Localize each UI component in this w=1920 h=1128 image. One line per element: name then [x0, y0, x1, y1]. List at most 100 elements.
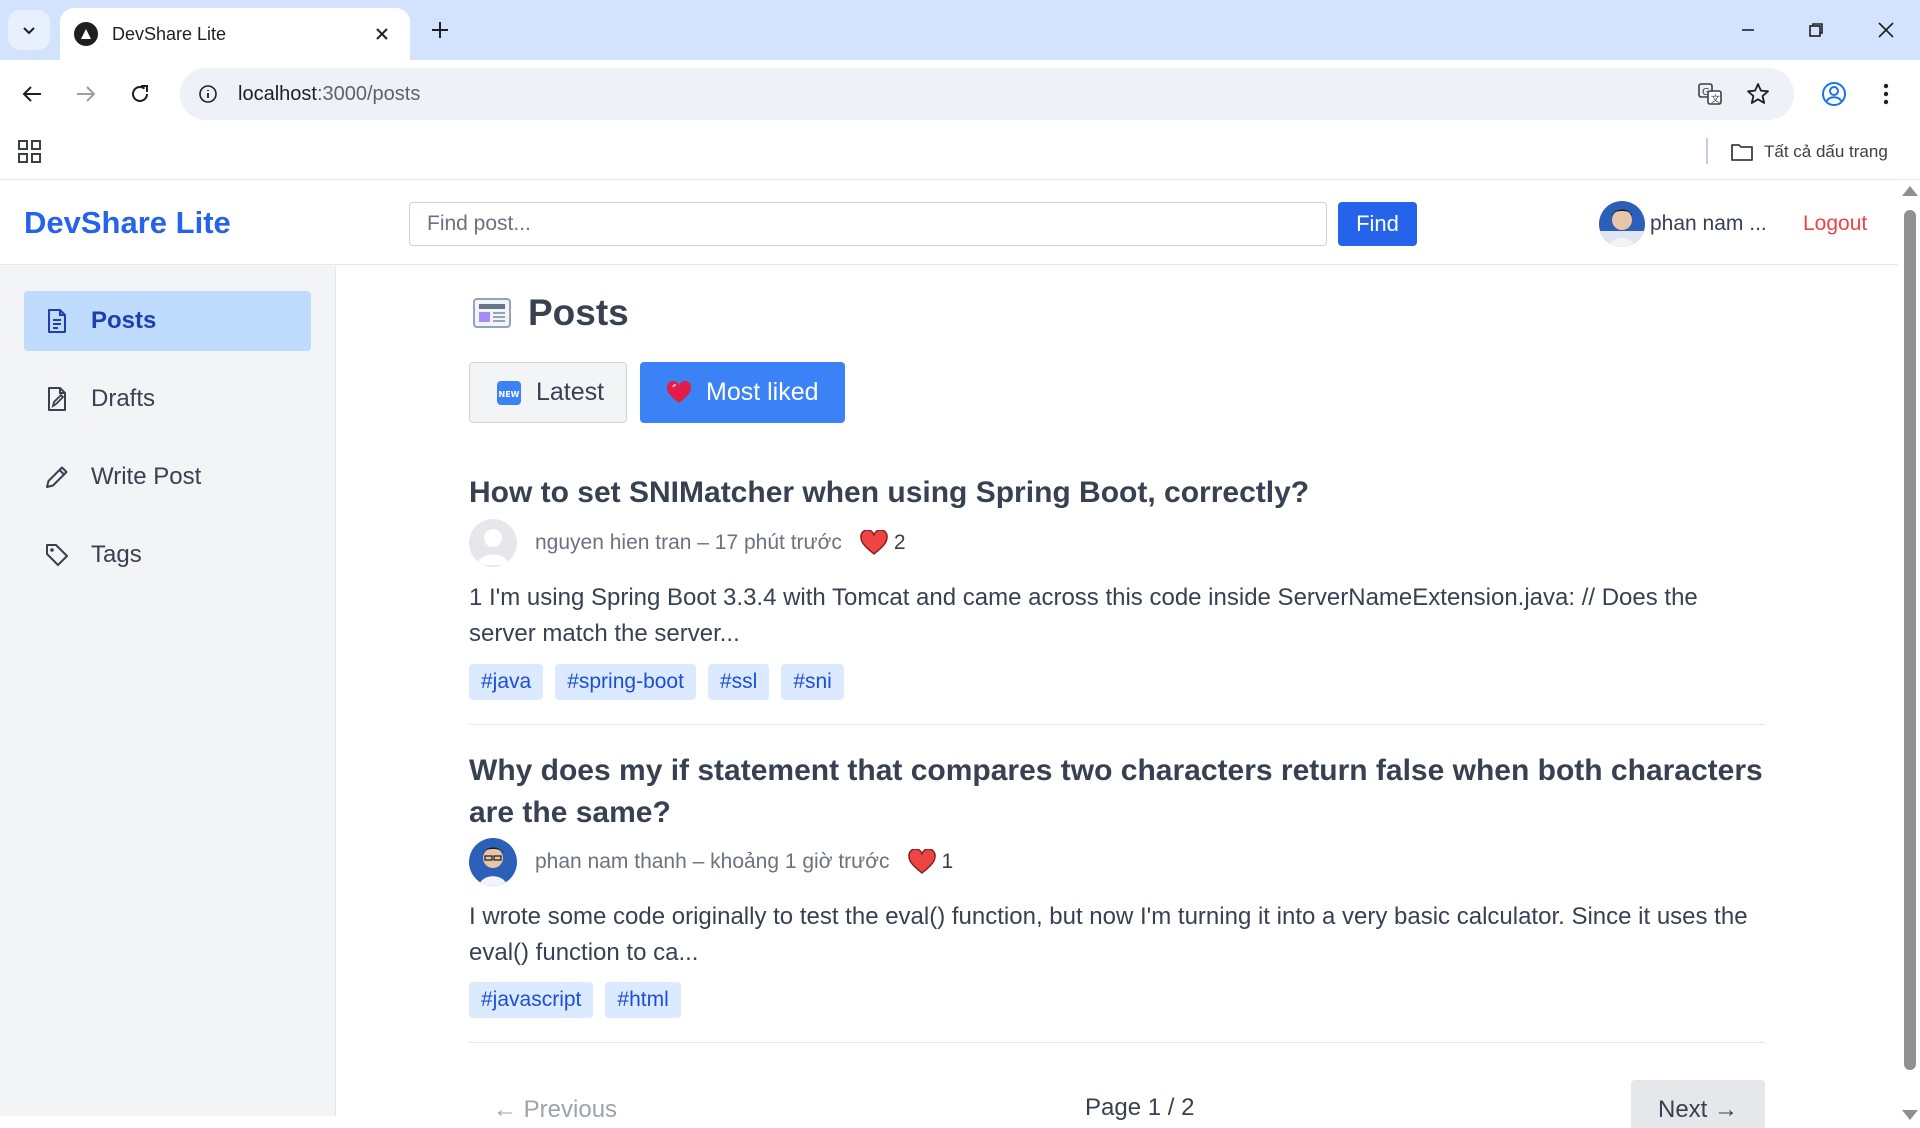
chevron-down-icon [23, 27, 35, 35]
draft-icon [43, 385, 71, 413]
browser-menu-button[interactable] [1866, 74, 1906, 114]
svg-text:NEW: NEW [499, 390, 520, 399]
browser-tab-strip: DevShare Lite [0, 0, 1920, 60]
sort-latest-label: Latest [536, 378, 605, 406]
address-bar[interactable]: localhost:3000/posts G文 [180, 68, 1794, 120]
new-badge-icon: NEW [496, 380, 522, 406]
arrow-right-icon [77, 86, 96, 102]
plus-icon [432, 22, 448, 38]
url-text[interactable]: localhost:3000/posts [238, 83, 420, 106]
reload-icon [132, 85, 148, 102]
user-name[interactable]: phan nam ... [1650, 212, 1767, 236]
sidebar-item-posts[interactable]: Posts [24, 291, 311, 351]
avatar[interactable] [469, 519, 517, 567]
minimize-icon [1742, 29, 1754, 31]
find-button[interactable]: Find [1338, 202, 1417, 246]
sort-most-liked-label: Most liked [706, 378, 819, 406]
logout-link[interactable]: Logout [1803, 212, 1867, 236]
arrow-left-icon [22, 86, 41, 102]
post-excerpt: 1 I'm using Spring Boot 3.3.4 with Tomca… [469, 584, 1698, 647]
scrollbar-thumb[interactable] [1904, 210, 1916, 1070]
bookmarks-bar: Tất cả dấu trang [0, 128, 1920, 180]
page-heading: Posts [528, 292, 629, 333]
page-title: Posts [472, 292, 629, 334]
tag-chip[interactable]: #ssl [707, 664, 770, 700]
restore-button[interactable] [1788, 6, 1844, 54]
sort-most-liked-button[interactable]: Most liked [640, 362, 845, 423]
sidebar-item-write-post[interactable]: Write Post [24, 447, 311, 507]
pencil-icon [43, 463, 71, 491]
tag-chip[interactable]: #spring-boot [555, 664, 696, 700]
avatar[interactable] [1599, 201, 1645, 247]
search-input[interactable] [409, 202, 1327, 246]
post-divider [469, 724, 1765, 725]
sort-latest-button[interactable]: NEW Latest [469, 362, 627, 423]
folder-icon [1731, 144, 1753, 161]
sidebar-item-tags[interactable]: Tags [24, 525, 311, 585]
site-info-icon[interactable] [190, 76, 226, 112]
bookmark-star-icon[interactable] [1740, 76, 1776, 112]
more-vertical-icon [1883, 83, 1889, 105]
page-indicator: Page 1 / 2 [1085, 1094, 1195, 1121]
all-bookmarks-label: Tất cả dấu trang [1764, 142, 1888, 161]
like-count[interactable]: 2 [860, 530, 906, 556]
sidebar-item-label: Write Post [91, 463, 202, 490]
post-meta: nguyen hien tran – 17 phút trước 2 [469, 519, 906, 567]
like-count-value: 1 [941, 850, 954, 873]
svg-text:文: 文 [1711, 93, 1720, 105]
post-title[interactable]: Why does my if statement that compares t… [469, 750, 1769, 834]
sidebar-item-label: Tags [91, 541, 142, 568]
browser-tab[interactable]: DevShare Lite [60, 8, 410, 60]
new-tab-button[interactable] [422, 12, 458, 48]
minimize-button[interactable] [1720, 6, 1776, 54]
scroll-down-arrow-icon[interactable] [1902, 1110, 1918, 1120]
tag-chip[interactable]: #java [469, 664, 544, 700]
document-icon [43, 307, 71, 335]
tag-icon [43, 541, 71, 569]
brand-logo[interactable]: DevShare Lite [24, 205, 231, 241]
close-window-button[interactable] [1858, 6, 1914, 54]
restore-icon [1809, 23, 1823, 37]
heart-icon [666, 380, 692, 405]
post-title[interactable]: How to set SNIMatcher when using Spring … [469, 472, 1769, 514]
apps-grid-icon[interactable] [16, 138, 44, 166]
next-page-button[interactable]: Next → [1631, 1080, 1765, 1128]
post-tags: #java #spring-boot #ssl #sni [469, 664, 844, 700]
back-button[interactable] [12, 74, 52, 114]
avatar[interactable] [469, 838, 517, 886]
scroll-up-arrow-icon[interactable] [1902, 186, 1918, 196]
tag-chip[interactable]: #sni [781, 664, 844, 700]
post-meta: phan nam thanh – khoảng 1 giờ trước 1 [469, 838, 953, 886]
newspaper-icon [473, 298, 511, 328]
post-excerpt: I wrote some code originally to test the… [469, 903, 1748, 966]
post-divider [469, 1042, 1765, 1043]
close-icon [1878, 22, 1894, 38]
sidebar-item-drafts[interactable]: Drafts [24, 369, 311, 429]
url-host: localhost [238, 82, 317, 105]
reload-button[interactable] [120, 74, 160, 114]
tab-title: DevShare Lite [112, 23, 227, 44]
close-tab-icon[interactable] [368, 20, 396, 48]
translate-icon[interactable]: G文 [1692, 76, 1728, 112]
post-tags: #javascript #html [469, 982, 681, 1018]
previous-page-button[interactable]: ← Previous [469, 1080, 641, 1128]
url-path: :3000/posts [316, 82, 421, 105]
tag-chip[interactable]: #javascript [469, 982, 594, 1018]
like-count-value: 2 [893, 531, 906, 554]
post-author-time: nguyen hien tran – 17 phút trước [535, 531, 842, 554]
all-bookmarks-button[interactable]: Tất cả dấu trang [1730, 136, 1888, 168]
post-author-time: phan nam thanh – khoảng 1 giờ trước [535, 850, 890, 873]
sidebar: Posts Drafts Write Post Tags [0, 266, 336, 1116]
profile-icon [1822, 82, 1846, 106]
like-count[interactable]: 1 [907, 849, 954, 875]
bookmarks-divider [1706, 138, 1708, 164]
tab-search-button[interactable] [8, 10, 50, 50]
forward-button[interactable] [66, 74, 106, 114]
app-header: DevShare Lite Find phan nam ... Logout [0, 181, 1898, 265]
tag-chip[interactable]: #html [605, 982, 681, 1018]
browser-toolbar: localhost:3000/posts G文 [0, 60, 1920, 128]
app-favicon-icon [74, 22, 98, 46]
sidebar-item-label: Drafts [91, 385, 156, 412]
profile-button[interactable] [1814, 74, 1854, 114]
heart-icon [907, 849, 936, 874]
